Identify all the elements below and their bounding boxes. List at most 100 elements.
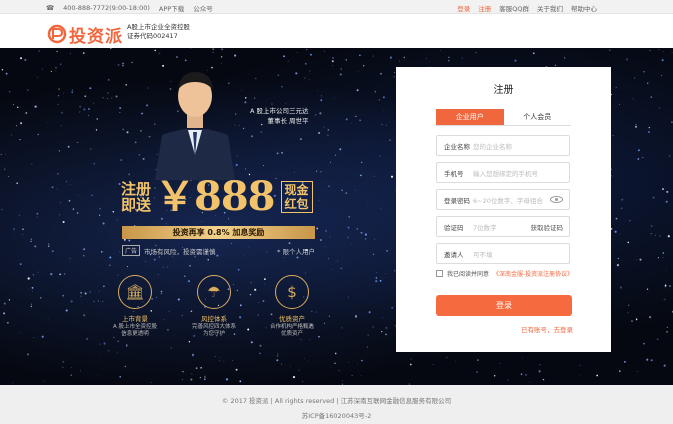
feature-title: 风控体系 bbox=[201, 315, 227, 323]
star bbox=[615, 86, 618, 89]
star bbox=[326, 134, 329, 137]
register-link[interactable]: 注册 bbox=[478, 3, 491, 13]
company-name-input[interactable]: 您的企业名称 bbox=[473, 141, 569, 151]
star bbox=[671, 52, 673, 54]
star bbox=[315, 114, 317, 116]
icp-text[interactable]: 苏ICP备16020043号-2 bbox=[0, 410, 673, 420]
official-account-link[interactable]: 公众号 bbox=[193, 3, 213, 13]
star bbox=[84, 292, 87, 295]
inviter-input[interactable]: 可不填 bbox=[473, 249, 569, 259]
star bbox=[13, 228, 16, 230]
star bbox=[154, 49, 157, 52]
risk-notice: 广告 市场有风险，投资需谨慎 * 限个人用户 bbox=[122, 245, 315, 256]
star bbox=[319, 112, 322, 115]
star bbox=[69, 52, 71, 54]
star bbox=[71, 89, 74, 91]
badge-line-2: 红包 bbox=[284, 197, 309, 211]
phone-field[interactable]: 手机号 输入您想绑定的手机号 bbox=[436, 162, 570, 183]
star bbox=[520, 373, 523, 375]
password-input[interactable]: 6~20位数字、字母组合 bbox=[473, 195, 550, 205]
star bbox=[334, 362, 336, 365]
phone-input[interactable]: 输入您想绑定的手机号 bbox=[473, 168, 569, 178]
star bbox=[103, 342, 106, 345]
star bbox=[70, 374, 73, 376]
star bbox=[25, 112, 28, 114]
tab-personal-member[interactable]: 个人会员 bbox=[504, 109, 572, 125]
star bbox=[43, 380, 45, 382]
star bbox=[342, 380, 344, 382]
app-download-link[interactable]: APP下载 bbox=[159, 3, 184, 13]
feature-title: 上市背景 bbox=[122, 315, 148, 323]
star bbox=[374, 238, 375, 240]
star bbox=[296, 256, 299, 259]
star bbox=[98, 158, 100, 160]
star bbox=[60, 111, 63, 114]
qq-group-link[interactable]: 客服QQ群 bbox=[499, 3, 529, 13]
star bbox=[112, 210, 115, 213]
help-center-link[interactable]: 帮助中心 bbox=[571, 3, 597, 13]
verification-code-field[interactable]: 验证码 7位数字 获取验证码 bbox=[436, 216, 570, 237]
star bbox=[285, 103, 286, 105]
agreement-checkbox[interactable] bbox=[436, 270, 443, 277]
star bbox=[292, 376, 296, 379]
star bbox=[22, 228, 24, 230]
feature-desc: A 股上市全资控股 信息更透明 bbox=[105, 324, 165, 338]
feature-desc: 合作机构严格甄选 优质资产 bbox=[262, 324, 322, 338]
star bbox=[24, 58, 27, 61]
star bbox=[381, 330, 383, 333]
panel-title: 注册 bbox=[493, 85, 514, 96]
star bbox=[3, 312, 6, 315]
star bbox=[330, 366, 331, 368]
star bbox=[309, 53, 312, 56]
star bbox=[539, 364, 541, 366]
star bbox=[122, 62, 124, 65]
star bbox=[59, 273, 62, 276]
get-code-button[interactable]: 获取验证码 bbox=[531, 222, 570, 232]
star bbox=[499, 362, 501, 364]
star bbox=[223, 360, 225, 362]
star bbox=[621, 198, 624, 201]
logo-icon[interactable] bbox=[47, 24, 67, 44]
logo-text[interactable]: 投资派 bbox=[69, 22, 123, 47]
star bbox=[318, 199, 320, 201]
star bbox=[255, 77, 257, 80]
star bbox=[158, 52, 161, 55]
star bbox=[367, 204, 369, 206]
star bbox=[303, 358, 305, 360]
star bbox=[617, 257, 619, 260]
eye-icon[interactable] bbox=[550, 196, 563, 203]
star bbox=[634, 77, 636, 79]
star bbox=[3, 168, 6, 170]
agreement-link[interactable]: 《深南金服-投资派注册协议》 bbox=[493, 269, 573, 278]
star bbox=[662, 188, 664, 191]
star bbox=[212, 48, 215, 51]
star bbox=[31, 290, 33, 292]
star bbox=[355, 115, 357, 117]
password-field[interactable]: 登录密码 6~20位数字、字母组合 bbox=[436, 189, 570, 210]
register-gift-text: 注册 即送 bbox=[121, 181, 151, 213]
star bbox=[341, 327, 343, 329]
star bbox=[98, 300, 99, 302]
about-us-menu[interactable]: 关于我们 bbox=[537, 3, 563, 13]
field-label: 企业名称 bbox=[444, 142, 470, 151]
star bbox=[89, 87, 92, 90]
star bbox=[177, 298, 180, 301]
star bbox=[386, 249, 389, 252]
star bbox=[93, 300, 95, 302]
submit-button[interactable]: 登录 bbox=[436, 295, 572, 316]
star bbox=[379, 279, 382, 282]
star bbox=[153, 258, 156, 261]
star bbox=[663, 298, 666, 301]
inviter-field[interactable]: 邀请人 可不填 bbox=[436, 243, 570, 264]
login-link[interactable]: 登录 bbox=[457, 3, 470, 13]
verification-code-input[interactable]: 7位数字 bbox=[473, 222, 531, 232]
company-name-field[interactable]: 企业名称 您的企业名称 bbox=[436, 135, 570, 156]
feature-risk-control: ☂ 风控体系 完善风控四大体系 为您守护 bbox=[184, 275, 244, 338]
star bbox=[283, 257, 285, 259]
tab-company-user[interactable]: 企业用户 bbox=[436, 109, 504, 125]
go-login-link[interactable]: 已有账号，去登录 bbox=[521, 324, 573, 334]
star bbox=[102, 301, 104, 302]
star bbox=[288, 242, 291, 245]
star bbox=[345, 118, 348, 121]
star bbox=[409, 363, 412, 366]
